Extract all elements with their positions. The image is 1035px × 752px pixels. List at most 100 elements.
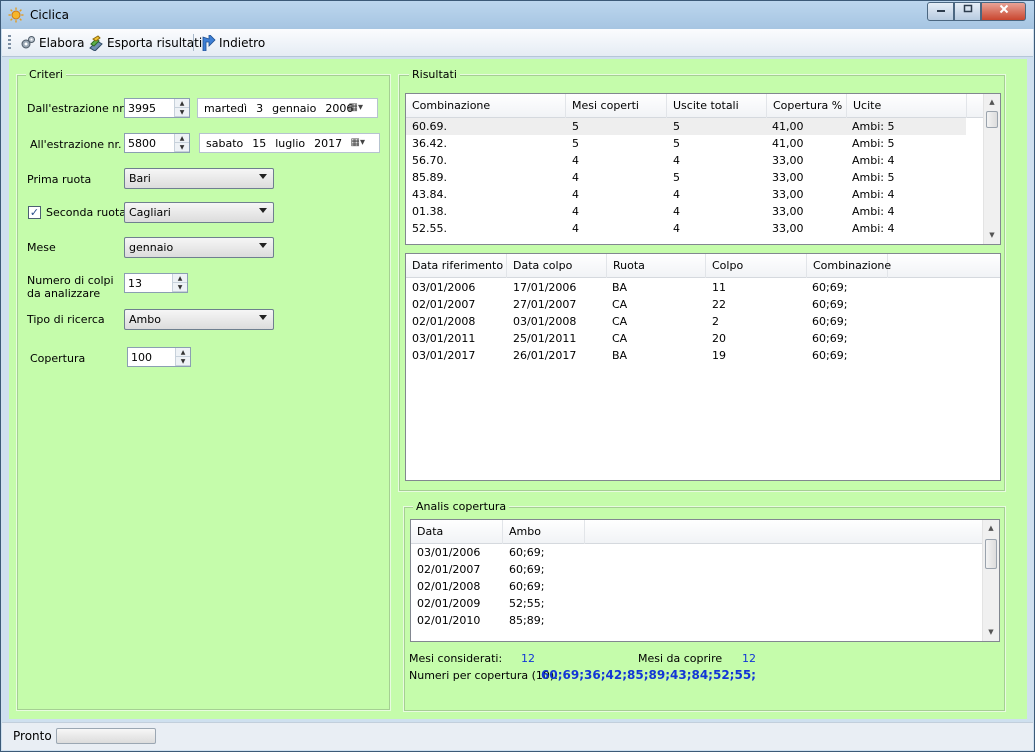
- dettaglio-header: Data riferimento Data colpo Ruota Colpo …: [406, 254, 1000, 278]
- all-date-picker[interactable]: sabato 15 luglio 2017 ▦▾: [199, 133, 380, 153]
- calendar-dropdown-icon[interactable]: ▦▾: [351, 137, 365, 148]
- analisi-list[interactable]: Data Ambo 03/01/2006 60;69; 02/01/2007 60;6…: [410, 519, 1000, 642]
- esporta-label: Esporta risultati: [107, 36, 203, 50]
- risultati-row[interactable]: 56.70. 4 4 33,00 Ambi: 4: [406, 152, 966, 169]
- all-date-year: 2017: [314, 137, 343, 150]
- status-text: Pronto: [13, 729, 52, 743]
- scroll-down-icon[interactable]: ▼: [983, 624, 999, 641]
- dettaglio-row[interactable]: 03/01/2011 25/01/2011 CA 20 60;69;: [406, 330, 1000, 347]
- close-icon: [999, 4, 1008, 14]
- risultati-row[interactable]: 60.69. 5 5 41,00 Ambi: 5: [406, 118, 966, 135]
- all-date-weekday: sabato: [206, 137, 244, 150]
- minimize-button[interactable]: [927, 2, 954, 21]
- risultati-row[interactable]: 85.89. 4 5 33,00 Ambi: 5: [406, 169, 966, 186]
- toolbar-grip[interactable]: [8, 35, 11, 51]
- risultati-scrollbar[interactable]: ▲ ▼: [983, 94, 1000, 244]
- calendar-dropdown-icon[interactable]: ▦▾: [349, 102, 363, 113]
- dettaglio-col-header[interactable]: Combinazione: [807, 254, 891, 278]
- risultati-row[interactable]: 43.84. 4 4 33,00 Ambi: 4: [406, 186, 966, 203]
- scroll-thumb[interactable]: [986, 111, 998, 128]
- seconda-ruota-select[interactable]: Cagliari: [124, 202, 274, 223]
- analisi-row[interactable]: 02/01/2008 60;69;: [411, 578, 981, 595]
- tipo-ricerca-select[interactable]: Ambo: [124, 309, 274, 330]
- spin-up-icon[interactable]: ▲: [173, 274, 187, 283]
- all-estrazione-label: All'estrazione nr.: [30, 138, 122, 151]
- risultati-cell: 01.38.: [412, 205, 447, 218]
- risultati-list[interactable]: Combinazione Mesi coperti Uscite totali …: [405, 93, 1001, 245]
- analisi-row[interactable]: 03/01/2006 60;69;: [411, 544, 981, 561]
- risultati-col-header[interactable]: Copertura %: [767, 94, 847, 118]
- risultati-row[interactable]: 36.42. 5 5 41,00 Ambi: 5: [406, 135, 966, 152]
- close-button[interactable]: [981, 2, 1026, 21]
- scroll-up-icon[interactable]: ▲: [984, 94, 1000, 111]
- analisi-cell: 02/01/2009: [417, 597, 481, 610]
- mese-label: Mese: [27, 241, 56, 254]
- copertura-stepper[interactable]: 100 ▲ ▼: [127, 347, 191, 367]
- analisi-row[interactable]: 02/01/2010 85;89;: [411, 612, 981, 629]
- spin-up-icon[interactable]: ▲: [175, 134, 189, 143]
- risultati-col-header[interactable]: Uscite totali: [667, 94, 767, 118]
- dettaglio-col-header[interactable]: Colpo: [706, 254, 807, 278]
- dettaglio-cell: 02/01/2007: [412, 298, 476, 311]
- all-estrazione-stepper[interactable]: 5800 ▲ ▼: [124, 133, 190, 153]
- seconda-ruota-checkbox[interactable]: ✓: [28, 206, 41, 219]
- analisi-scrollbar[interactable]: ▲ ▼: [982, 520, 999, 641]
- scroll-down-icon[interactable]: ▼: [984, 227, 1000, 244]
- analisi-cell: 02/01/2008: [417, 580, 481, 593]
- dettaglio-row[interactable]: 02/01/2008 03/01/2008 CA 2 60;69;: [406, 313, 1000, 330]
- maximize-button[interactable]: [954, 2, 981, 21]
- spin-up-icon[interactable]: ▲: [176, 348, 190, 357]
- risultati-col-header[interactable]: Mesi coperti: [566, 94, 667, 118]
- title-bar[interactable]: Ciclica: [1, 1, 1034, 29]
- risultati-cell: 41,00: [772, 137, 804, 150]
- criteri-group: Criteri Dall'estrazione nr. 3995 ▲ ▼ mart…: [16, 68, 391, 711]
- mese-select[interactable]: gennaio: [124, 237, 274, 258]
- back-arrow-icon: [202, 35, 216, 51]
- spin-up-icon[interactable]: ▲: [175, 99, 189, 108]
- analisi-col-header[interactable]: Data: [411, 520, 503, 544]
- scroll-up-icon[interactable]: ▲: [983, 520, 999, 537]
- risultati-cell: 33,00: [772, 154, 804, 167]
- spin-down-icon[interactable]: ▼: [173, 283, 187, 292]
- risultati-row[interactable]: 01.38. 4 4 33,00 Ambi: 4: [406, 203, 966, 220]
- dall-estrazione-label: Dall'estrazione nr.: [27, 102, 127, 115]
- indietro-button[interactable]: Indietro: [200, 34, 265, 52]
- dettaglio-cell: 60;69;: [812, 332, 848, 345]
- risultati-row[interactable]: 52.55. 4 4 33,00 Ambi: 4: [406, 220, 966, 237]
- risultati-cell: 5: [572, 137, 579, 150]
- dettaglio-col-header[interactable]: Data colpo: [507, 254, 607, 278]
- analisi-row[interactable]: 02/01/2009 52;55;: [411, 595, 981, 612]
- dettaglio-list[interactable]: Data riferimento Data colpo Ruota Colpo …: [405, 253, 1001, 481]
- status-progress-bar: [56, 728, 156, 744]
- spin-down-icon[interactable]: ▼: [175, 108, 189, 117]
- maximize-icon: [963, 4, 972, 13]
- spin-down-icon[interactable]: ▼: [175, 143, 189, 152]
- risultati-cell: 33,00: [772, 205, 804, 218]
- dettaglio-col-header[interactable]: Data riferimento: [406, 254, 507, 278]
- risultati-col-header[interactable]: Combinazione: [406, 94, 566, 118]
- dettaglio-row[interactable]: 02/01/2007 27/01/2007 CA 22 60;69;: [406, 296, 1000, 313]
- risultati-cell: 5: [673, 137, 680, 150]
- chevron-down-icon: [259, 208, 267, 213]
- indietro-label: Indietro: [219, 36, 266, 50]
- risultati-col-header[interactable]: Ucite: [847, 94, 967, 118]
- dettaglio-cell: CA: [612, 298, 628, 311]
- elabora-button[interactable]: Elabora: [20, 34, 85, 52]
- risultati-cell: Ambi: 4: [852, 205, 895, 218]
- esporta-risultati-button[interactable]: Esporta risultati: [88, 34, 202, 52]
- dettaglio-row[interactable]: 03/01/2017 26/01/2017 BA 19 60;69;: [406, 347, 1000, 364]
- numero-colpi-stepper[interactable]: 13 ▲ ▼: [124, 273, 188, 293]
- prima-ruota-select[interactable]: Bari: [124, 168, 274, 189]
- dettaglio-row[interactable]: 03/01/2006 17/01/2006 BA 11 60;69;: [406, 279, 1000, 296]
- minimize-icon: [936, 10, 945, 12]
- dall-date-day: 3: [256, 102, 264, 115]
- numero-colpi-label-2: da analizzare: [27, 287, 101, 300]
- analisi-col-header[interactable]: Ambo: [503, 520, 585, 544]
- scroll-thumb[interactable]: [985, 539, 997, 569]
- dall-estrazione-stepper[interactable]: 3995 ▲ ▼: [124, 98, 190, 118]
- dall-date-picker[interactable]: martedì 3 gennaio 2006 ▦▾: [197, 98, 378, 118]
- dall-estrazione-value: 3995: [128, 102, 156, 115]
- analisi-row[interactable]: 02/01/2007 60;69;: [411, 561, 981, 578]
- spin-down-icon[interactable]: ▼: [176, 357, 190, 366]
- dettaglio-col-header[interactable]: Ruota: [607, 254, 706, 278]
